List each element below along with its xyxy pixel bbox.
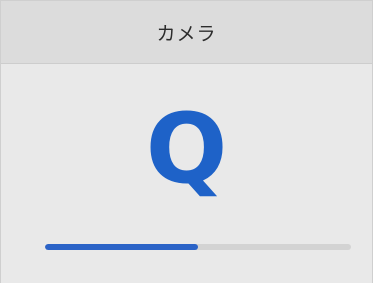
progress-bar-fill (45, 244, 198, 250)
panel-header: カメラ (1, 1, 372, 64)
large-letter-display: Q (145, 93, 228, 205)
progress-bar (45, 244, 351, 250)
panel-title: カメラ (156, 22, 217, 45)
panel-content: Q (1, 64, 372, 284)
camera-panel: カメラ Q (0, 0, 373, 283)
